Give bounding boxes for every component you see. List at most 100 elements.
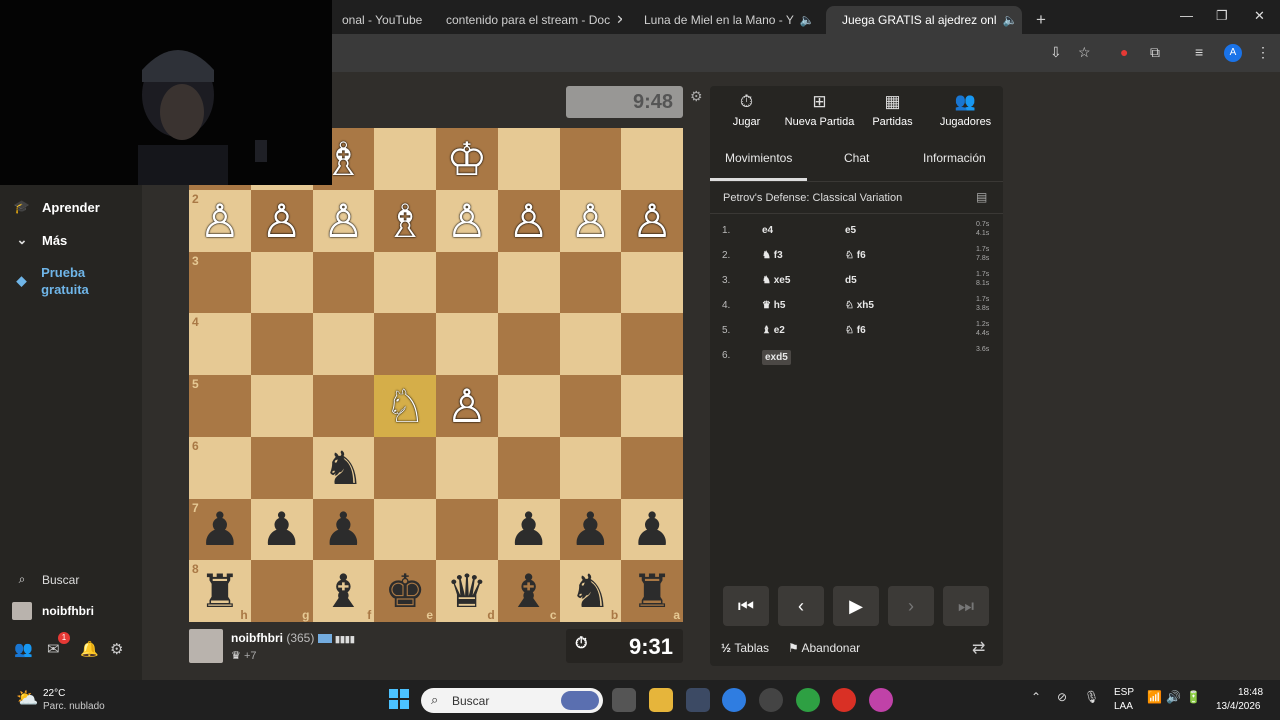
white-move[interactable]: exd5 (762, 350, 791, 365)
black-move[interactable]: ♘ f6 (845, 325, 866, 336)
white-piece[interactable]: ♔ (446, 136, 487, 182)
draw-button[interactable]: ½ Tablas (721, 641, 769, 655)
extension-red-icon[interactable]: ● (1120, 44, 1128, 60)
board-square[interactable] (559, 251, 622, 314)
new-tab-button[interactable]: + (1026, 6, 1050, 34)
black-piece[interactable]: ♛ (446, 568, 487, 614)
board-square[interactable]: ♜ 8 h (189, 560, 251, 622)
extensions-icon[interactable]: ⧉ (1150, 44, 1160, 61)
chrome-icon[interactable] (722, 688, 746, 712)
board-square[interactable]: 6 (189, 436, 251, 499)
white-piece[interactable]: ♙ (199, 198, 240, 244)
input-layout[interactable]: LAA (1114, 701, 1133, 712)
board-square[interactable] (436, 498, 498, 561)
board-square[interactable]: ♟ (312, 498, 375, 561)
board-square[interactable] (559, 375, 622, 437)
board-square[interactable] (374, 313, 436, 375)
white-move[interactable]: ♞ xe5 (762, 275, 790, 286)
board-square[interactable] (250, 436, 313, 499)
board-square[interactable] (497, 128, 560, 190)
board-square[interactable]: ♗ (374, 189, 436, 252)
app-icon[interactable] (759, 688, 783, 712)
close-window-icon[interactable]: ✕ (1254, 8, 1265, 24)
black-piece[interactable]: ♚ (385, 568, 426, 614)
mail-icon[interactable]: ✉ (47, 640, 60, 658)
black-piece[interactable]: ♜ (199, 568, 240, 614)
network-off-icon[interactable]: ⊘ (1057, 690, 1067, 704)
board-square[interactable]: ♘ (374, 375, 436, 437)
tab-jugadores[interactable]: 👥 Jugadores (929, 92, 1002, 128)
last-move-button[interactable]: ⏭ (943, 586, 989, 626)
board-square[interactable]: ♙ (436, 375, 498, 437)
board-square[interactable] (497, 375, 560, 437)
white-piece[interactable]: ♙ (446, 383, 487, 429)
black-move[interactable]: e5 (845, 225, 856, 236)
white-move[interactable]: ♝ e2 (762, 325, 785, 336)
player-name[interactable]: noibfhbri (231, 631, 283, 645)
subtab-movimientos[interactable]: Movimientos (725, 151, 792, 165)
white-piece[interactable]: ♙ (570, 198, 611, 244)
board-square[interactable] (497, 436, 560, 499)
board-square[interactable] (436, 251, 498, 314)
subtab-chat[interactable]: Chat (844, 151, 869, 165)
black-piece[interactable]: ♝ (508, 568, 549, 614)
sidebar-search[interactable]: ⌕ Buscar (12, 572, 80, 587)
board-square[interactable]: ♙ 2 (189, 189, 251, 252)
board-square[interactable] (559, 436, 622, 499)
task-view-icon[interactable] (612, 688, 636, 712)
minimize-icon[interactable]: — (1180, 8, 1193, 23)
board-square[interactable]: ♙ (436, 189, 498, 252)
white-piece[interactable]: ♙ (323, 198, 364, 244)
black-piece[interactable]: ♝ (323, 568, 364, 614)
resign-button[interactable]: ⚑ Abandonar (788, 641, 860, 655)
board-square[interactable] (374, 436, 436, 499)
board-square[interactable]: ♙ (497, 189, 560, 252)
chevron-up-icon[interactable]: ⌃ (1031, 690, 1041, 704)
board-square[interactable] (312, 251, 375, 314)
friends-icon[interactable]: 👥 (14, 640, 33, 658)
black-move[interactable]: d5 (845, 275, 857, 286)
white-piece[interactable]: ♙ (261, 198, 302, 244)
board-square[interactable] (250, 313, 313, 375)
board-square[interactable]: ♝ c (497, 560, 560, 622)
black-piece[interactable]: ♟ (199, 506, 240, 552)
weather-icon[interactable]: ⛅ (16, 688, 38, 709)
black-move[interactable]: ♘ f6 (845, 250, 866, 261)
white-piece[interactable]: ♙ (508, 198, 549, 244)
first-move-button[interactable]: ⏮ (723, 586, 769, 626)
board-square[interactable] (250, 251, 313, 314)
black-move[interactable]: ♘ xh5 (845, 300, 874, 311)
flip-board-icon[interactable]: ⇄ (972, 638, 985, 658)
white-piece[interactable]: ♙ (632, 198, 673, 244)
white-move[interactable]: e4 (762, 225, 773, 236)
white-move[interactable]: ♛ h5 (762, 300, 785, 311)
clock-time[interactable]: 18:48 (1238, 687, 1263, 698)
board-square[interactable] (374, 251, 436, 314)
board-square[interactable] (621, 375, 683, 437)
sidebar-item-prueba[interactable]: ◆ Prueba gratuita (12, 264, 132, 298)
black-piece[interactable]: ♟ (261, 506, 302, 552)
chrome-profile-icon-3[interactable] (869, 688, 893, 712)
black-piece[interactable]: ♞ (570, 568, 611, 614)
board-square[interactable] (436, 436, 498, 499)
board-square[interactable] (250, 375, 313, 437)
tab-partidas[interactable]: ▦ Partidas (856, 92, 929, 128)
board-square[interactable]: ♜ a (621, 560, 683, 622)
sidebar-item-mas[interactable]: ⌄ Más (12, 232, 68, 248)
board-square[interactable]: ♔ (436, 128, 498, 190)
board-square[interactable] (374, 498, 436, 561)
taskbar-search[interactable]: ⌕ Buscar (421, 688, 603, 713)
board-square[interactable]: ♟ (621, 498, 683, 561)
board-square[interactable] (559, 313, 622, 375)
tab-music[interactable]: Luna de Miel en la Mano - Y 🔈 ✕ (628, 6, 820, 34)
wifi-icon[interactable]: 📶 (1147, 690, 1162, 704)
black-piece[interactable]: ♟ (632, 506, 673, 552)
profile-avatar[interactable]: A (1224, 44, 1242, 62)
prev-move-button[interactable]: ‹ (778, 586, 824, 626)
black-piece[interactable]: ♟ (323, 506, 364, 552)
battery-icon[interactable]: 🔋 (1186, 690, 1201, 704)
windows-start-icon[interactable] (389, 689, 409, 709)
board-square[interactable] (621, 128, 683, 190)
board-square[interactable]: ♛ d (436, 560, 498, 622)
restore-icon[interactable]: ❐ (1216, 8, 1228, 24)
